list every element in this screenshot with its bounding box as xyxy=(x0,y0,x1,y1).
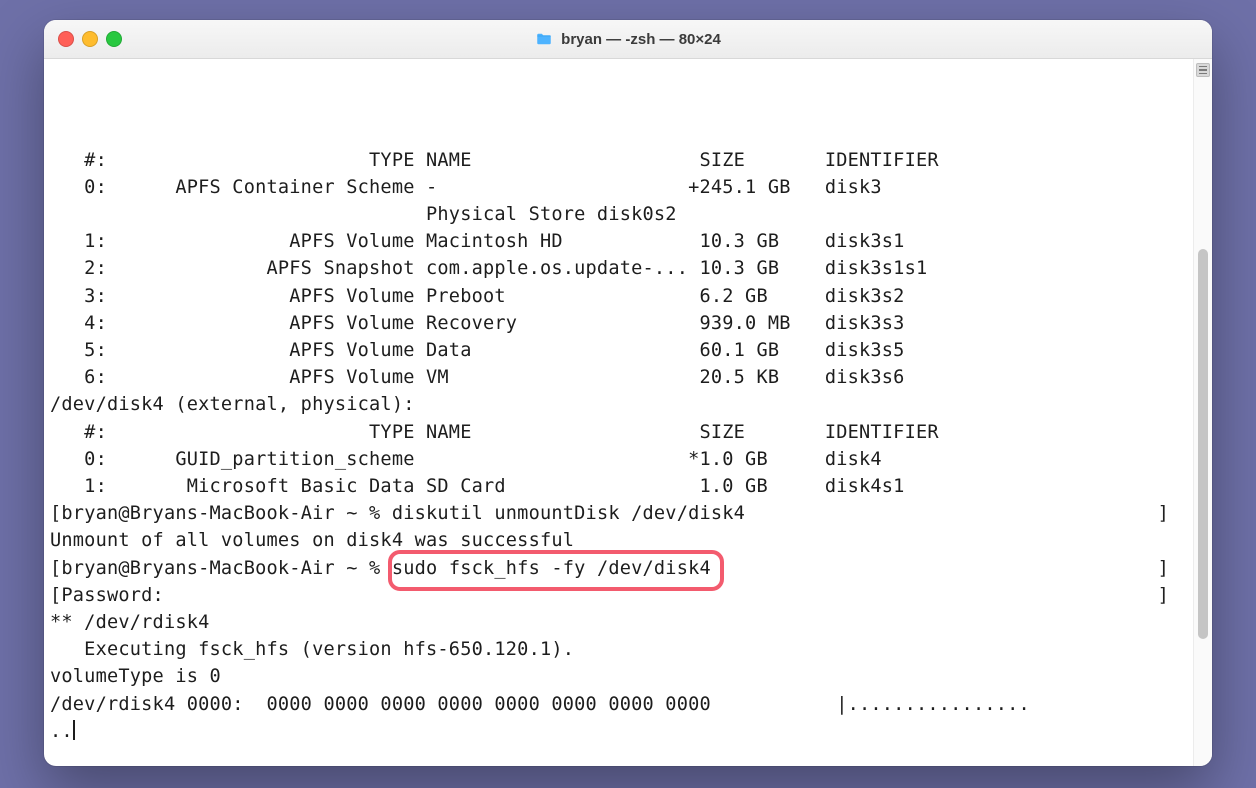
minimize-icon[interactable] xyxy=(82,31,98,47)
cursor xyxy=(73,720,75,740)
titlebar[interactable]: bryan — -zsh — 80×24 xyxy=(44,20,1212,59)
disk3-row: 6: APFS Volume VM 20.5 KB disk3s6 xyxy=(50,364,1193,391)
fsck-line: ** /dev/rdisk4 xyxy=(50,609,1193,636)
disk3-row: 1: APFS Volume Macintosh HD 10.3 GB disk… xyxy=(50,228,1193,255)
terminal-content[interactable]: #: TYPE NAME SIZE IDENTIFIER 0: APFS Con… xyxy=(44,59,1193,766)
traffic-lights xyxy=(58,31,122,47)
fsck-line: Executing fsck_hfs (version hfs-650.120.… xyxy=(50,636,1193,663)
unmount-result: Unmount of all volumes on disk4 was succ… xyxy=(50,527,1193,554)
password-line: Password: xyxy=(50,582,1193,609)
folder-icon xyxy=(535,30,553,48)
zoom-icon[interactable] xyxy=(106,31,122,47)
view-options-icon[interactable] xyxy=(1196,63,1210,77)
fsck-line: /dev/rdisk4 0000: 0000 0000 0000 0000 00… xyxy=(50,691,1193,718)
terminal-window: bryan — -zsh — 80×24 #: TYPE NAME SIZE I… xyxy=(44,20,1212,766)
disk4-row: 1: Microsoft Basic Data SD Card 1.0 GB d… xyxy=(50,473,1193,500)
window-title: bryan — -zsh — 80×24 xyxy=(535,30,721,48)
disk3-row: 4: APFS Volume Recovery 939.0 MB disk3s3 xyxy=(50,310,1193,337)
scrollbar[interactable] xyxy=(1193,59,1212,766)
scroll-thumb[interactable] xyxy=(1198,249,1208,639)
prompt-line-2: bryan@Bryans-MacBook-Air ~ % sudo fsck_h… xyxy=(50,555,1193,582)
column-header: #: TYPE NAME SIZE IDENTIFIER xyxy=(50,147,1193,174)
window-title-text: bryan — -zsh — 80×24 xyxy=(561,31,721,48)
disk3-row: 0: APFS Container Scheme - +245.1 GB dis… xyxy=(50,174,1193,201)
disk3-row: Physical Store disk0s2 xyxy=(50,201,1193,228)
fsck-line: .. xyxy=(50,718,1193,745)
disk3-row: 2: APFS Snapshot com.apple.os.update-...… xyxy=(50,255,1193,282)
disk4-header: /dev/disk4 (external, physical): xyxy=(50,391,1193,418)
column-header: #: TYPE NAME SIZE IDENTIFIER xyxy=(50,419,1193,446)
disk3-row: 3: APFS Volume Preboot 6.2 GB disk3s2 xyxy=(50,283,1193,310)
prompt-line-1: bryan@Bryans-MacBook-Air ~ % diskutil un… xyxy=(50,500,1193,527)
disk3-row: 5: APFS Volume Data 60.1 GB disk3s5 xyxy=(50,337,1193,364)
close-icon[interactable] xyxy=(58,31,74,47)
disk4-row: 0: GUID_partition_scheme *1.0 GB disk4 xyxy=(50,446,1193,473)
fsck-line: volumeType is 0 xyxy=(50,663,1193,690)
terminal-body: #: TYPE NAME SIZE IDENTIFIER 0: APFS Con… xyxy=(44,59,1212,766)
